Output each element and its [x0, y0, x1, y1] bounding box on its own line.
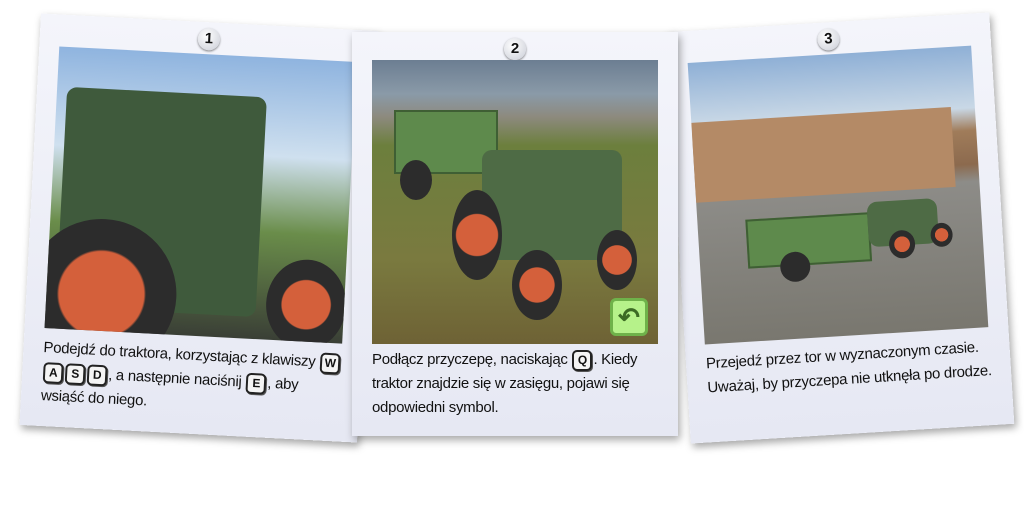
caption-text: , a następnie naciśnij: [107, 366, 246, 391]
tractor-wheel-image: [452, 190, 502, 280]
key-d: D: [86, 363, 108, 386]
key-w: W: [319, 352, 341, 375]
screenshot-drive-course: [687, 45, 989, 345]
step-caption: Podejdź do traktora, korzystając z klawi…: [40, 336, 345, 424]
trailer-wheel-image: [400, 160, 432, 200]
tutorial-card-1: 1 Podejdź do traktora, korzystając z kla…: [19, 13, 379, 443]
key-q: Q: [572, 349, 593, 371]
screenshot-enter-tractor: [44, 46, 357, 344]
tutorial-card-3: 3 Przejedź przez tor w wyznaczonym czasi…: [665, 12, 1015, 444]
caption-text: Podłącz przyczepę, naciskając: [372, 351, 572, 368]
step-number-badge: 2: [504, 38, 526, 60]
tractor-wheel-image: [512, 250, 562, 320]
attach-symbol-icon: ↶: [610, 298, 648, 336]
tractor-wheel-image: [597, 230, 637, 290]
tractor-wheel-image: [929, 222, 954, 248]
step-number-badge: 1: [197, 27, 221, 51]
step-number-badge: 3: [816, 27, 841, 52]
step-caption: Podłącz przyczepę, naciskając Q. Kiedy t…: [372, 348, 662, 420]
key-e: E: [245, 372, 267, 395]
key-s: S: [64, 362, 86, 385]
screenshot-attach-trailer: ↶: [372, 60, 658, 344]
trailer-wheel-image: [779, 250, 812, 283]
building-image: [691, 107, 956, 203]
tutorial-card-2: 2 ↶ Podłącz przyczepę, naciskając Q. Kie…: [352, 32, 678, 436]
key-a: A: [42, 361, 64, 384]
tractor-wheel-image: [263, 257, 349, 344]
step-caption: Przejedź przez tor w wyznaczonym czasie.…: [705, 338, 993, 397]
